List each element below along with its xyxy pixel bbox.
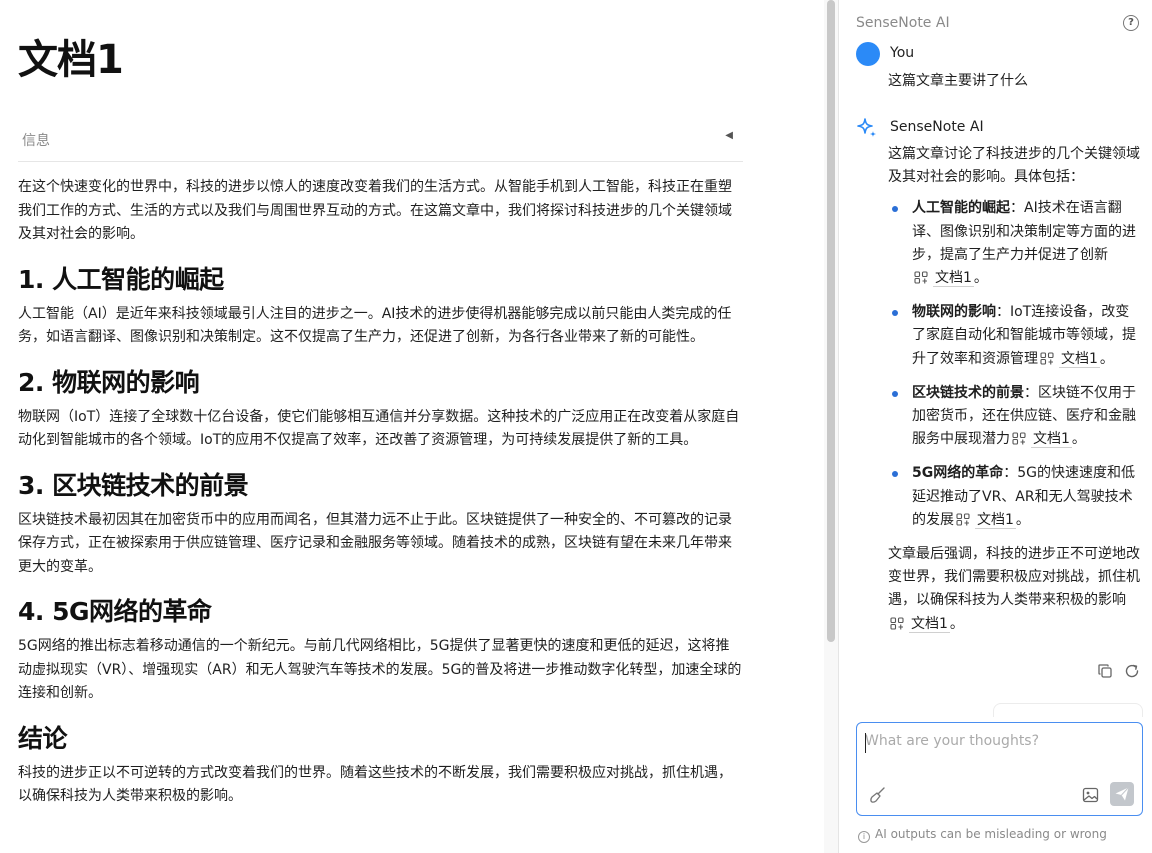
point-end: 。 xyxy=(1099,350,1114,367)
chat-input[interactable] xyxy=(865,733,1133,773)
point-title: 区块链技术的前景 xyxy=(912,384,1024,401)
citation-icon xyxy=(1012,432,1026,445)
send-button[interactable] xyxy=(1110,782,1134,806)
citation-link[interactable]: 文档1 xyxy=(1038,350,1100,368)
disclaimer-text: AI outputs can be misleading or wrong xyxy=(875,827,1107,841)
closing-text: 文章最后强调，科技的进步正不可逆地改变世界，我们需要积极应对挑战，抓住机遇，以确… xyxy=(888,546,1140,609)
point-title: 5G网络的革命 xyxy=(912,465,1004,482)
citation-icon xyxy=(914,271,928,284)
citation-text: 文档1 xyxy=(1059,350,1100,368)
citation-icon xyxy=(1040,352,1054,365)
citation-icon xyxy=(956,513,970,526)
chat-input-container[interactable] xyxy=(856,722,1143,816)
citation-text: 文档1 xyxy=(933,270,974,288)
section-paragraph: 区块链技术最初因其在加密货币中的应用而闻名，但其潜力远不止于此。区块链提供了一种… xyxy=(18,511,732,575)
document-pane: 文档1 信息 ◀ 在这个快速变化的世界中，科技的进步以惊人的速度改变着我们的生活… xyxy=(0,0,824,853)
closing-end: 。 xyxy=(949,615,964,632)
document-body[interactable]: 在这个快速变化的世界中，科技的进步以惊人的速度改变着我们的生活方式。从智能手机到… xyxy=(18,176,743,809)
citation-link[interactable]: 文档1 xyxy=(1010,431,1072,449)
citation-text: 文档1 xyxy=(909,615,950,633)
point-end: 。 xyxy=(1071,431,1086,448)
copy-icon[interactable] xyxy=(1097,663,1113,679)
document-title[interactable]: 文档1 xyxy=(18,36,124,84)
section-heading: 4. 5G网络的革命 xyxy=(18,597,212,626)
user-avatar xyxy=(856,42,880,66)
citation-link[interactable]: 文档1 xyxy=(954,511,1016,529)
citation-link[interactable]: 文档1 xyxy=(912,270,974,288)
answer-closing: 文章最后强调，科技的进步正不可逆地改变世界，我们需要积极应对挑战，抓住机遇，以确… xyxy=(888,543,1142,636)
text-caret xyxy=(865,733,866,753)
broom-icon[interactable] xyxy=(869,786,887,804)
document-scrollbar[interactable] xyxy=(824,0,838,853)
section-heading: 结论 xyxy=(18,723,68,753)
send-icon xyxy=(1115,787,1129,801)
point-title: 人工智能的崛起 xyxy=(912,200,1010,217)
point-end: 。 xyxy=(973,270,988,287)
collapse-arrow-icon[interactable]: ◀ xyxy=(725,130,733,141)
section-paragraph: 5G网络的推出标志着移动通信的一个新纪元。与前几代网络相比，5G提供了显著更快的… xyxy=(18,638,742,701)
point-title: 物联网的影响 xyxy=(912,304,996,321)
scrollbar-thumb[interactable] xyxy=(827,0,835,642)
info-label: 信息 xyxy=(22,133,50,149)
image-icon[interactable] xyxy=(1082,787,1099,803)
help-icon[interactable]: ? xyxy=(1123,15,1139,31)
answer-point: 区块链技术的前景：区块链不仅用于加密货币，还在供应链、医疗和金融服务中展现潜力文… xyxy=(888,382,1142,452)
answer-intro: 这篇文章讨论了科技进步的几个关键领域及其对社会的影响。具体包括： xyxy=(888,146,1140,186)
answer-point: 5G网络的革命：5G的快速速度和低延迟推动了VR、AR和无人驾驶技术的发展 文档1… xyxy=(888,462,1142,532)
citation-icon xyxy=(890,617,904,630)
user-name: You xyxy=(890,45,915,61)
citation-text: 文档1 xyxy=(975,511,1016,529)
section-paragraph: 科技的进步正以不可逆转的方式改变着我们的世界。随着这些技术的不断发展，我们需要积… xyxy=(18,764,732,805)
section-paragraph: 物联网（IoT）连接了全球数十亿台设备，使它们能够相互通信并分享数据。这种技术的… xyxy=(18,408,740,449)
section-paragraph: 人工智能（AI）是近年来科技领域最引人注目的进步之一。AI技术的进步使得机器能够… xyxy=(18,305,732,346)
answer-point: 物联网的影响：IoT连接设备，改变了家庭自动化和智能城市等领域，提升了效率和资源… xyxy=(888,301,1142,371)
suggestion-card-edge[interactable] xyxy=(993,703,1143,717)
info-section-header[interactable]: 信息 ◀ xyxy=(18,126,743,162)
ai-assistant-panel: SenseNote AI ? You 这篇文章主要讲了什么 SenseNote … xyxy=(839,0,1152,853)
section-heading: 2. 物联网的影响 xyxy=(18,367,200,397)
sparkle-icon xyxy=(857,118,876,137)
citation-text: 文档1 xyxy=(1031,431,1072,449)
answer-point: 人工智能的崛起：AI技术在语言翻译、图像识别和决策制定等方面的进步，提高了生产力… xyxy=(888,197,1142,290)
assistant-message: 这篇文章讨论了科技进步的几个关键领域及其对社会的影响。具体包括： 人工智能的崛起… xyxy=(888,143,1142,636)
info-icon: i xyxy=(858,831,870,843)
section-heading: 3. 区块链技术的前景 xyxy=(18,470,249,500)
ai-panel-title: SenseNote AI xyxy=(856,15,950,31)
user-message: 这篇文章主要讲了什么 xyxy=(888,73,1028,89)
section-heading: 1. 人工智能的崛起 xyxy=(18,264,224,294)
point-end: 。 xyxy=(1015,511,1030,528)
ai-disclaimer: i AI outputs can be misleading or wrong xyxy=(858,827,1107,843)
refresh-icon[interactable] xyxy=(1124,663,1140,679)
intro-paragraph: 在这个快速变化的世界中，科技的进步以惊人的速度改变着我们的生活方式。从智能手机到… xyxy=(18,179,732,242)
answer-list: 人工智能的崛起：AI技术在语言翻译、图像识别和决策制定等方面的进步，提高了生产力… xyxy=(888,197,1142,532)
citation-link[interactable]: 文档1 xyxy=(888,615,950,633)
assistant-name: SenseNote AI xyxy=(890,119,984,135)
